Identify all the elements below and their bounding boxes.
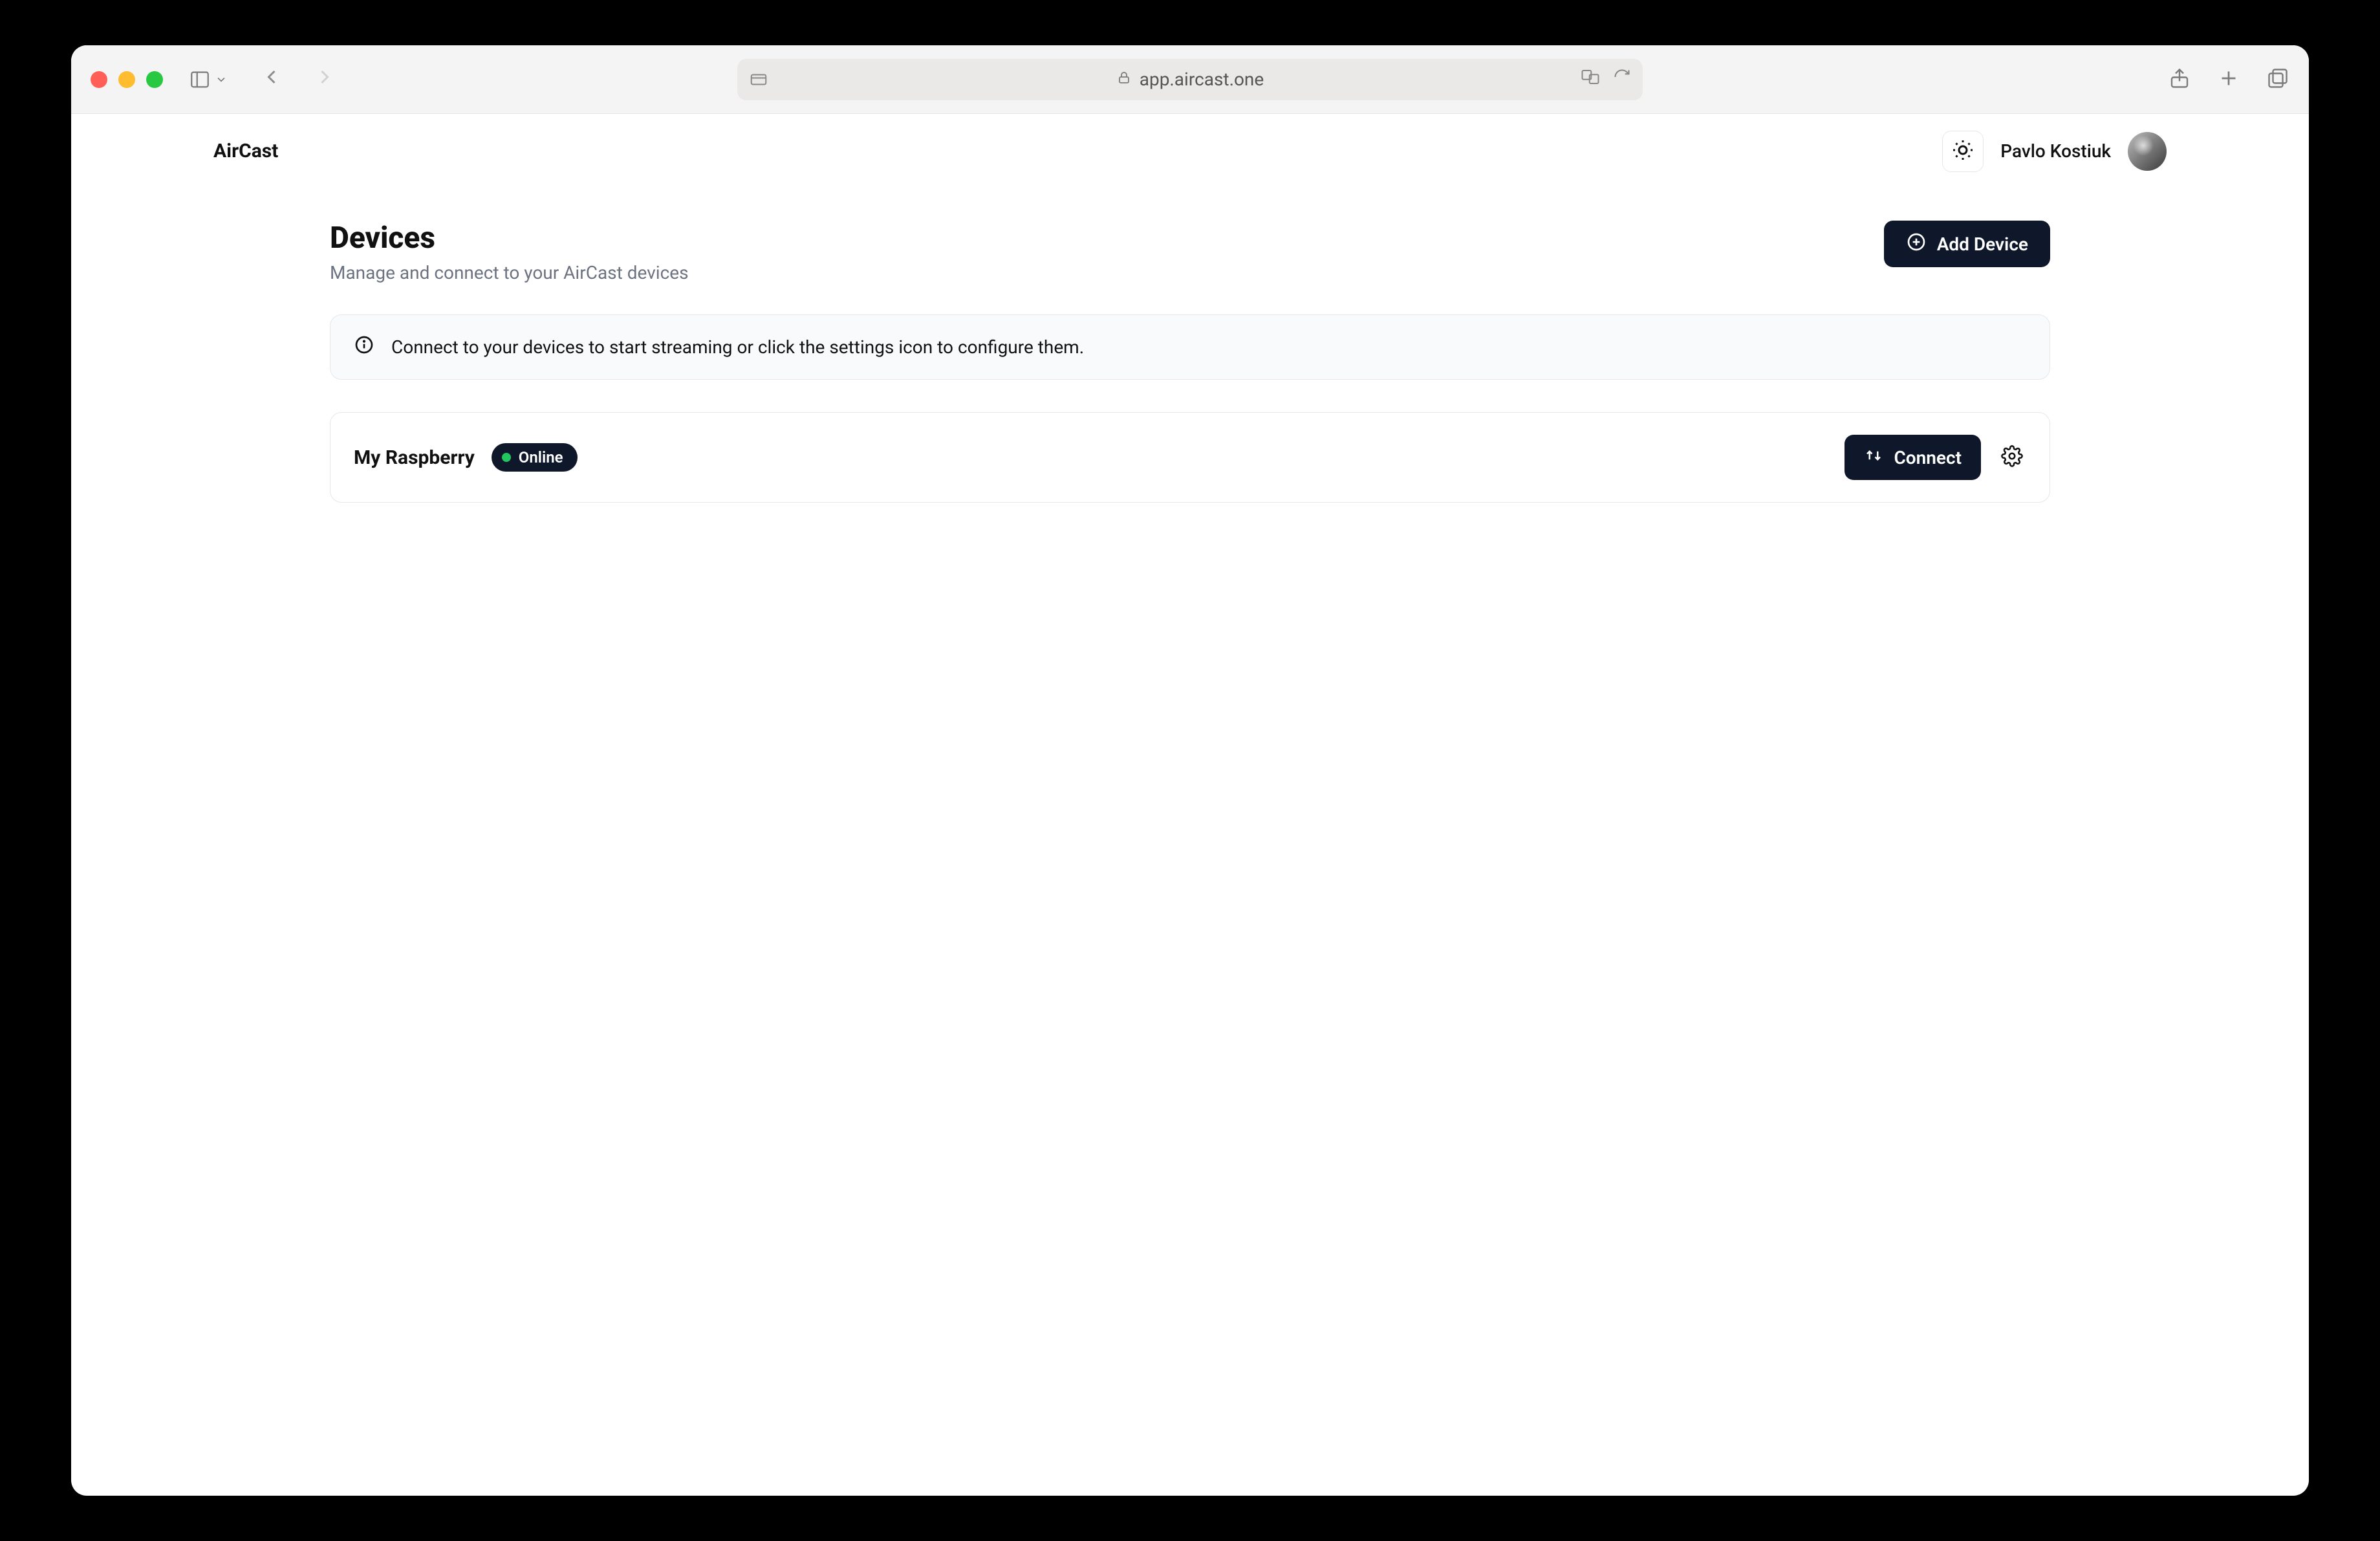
app-header: AirCast Pavlo Kostiuk — [71, 114, 2309, 188]
add-device-button[interactable]: Add Device — [1884, 221, 2050, 267]
user-name[interactable]: Pavlo Kostiuk — [2000, 140, 2111, 162]
browser-forward-button[interactable] — [313, 65, 336, 93]
status-label: Online — [519, 448, 563, 466]
share-icon[interactable] — [2168, 67, 2191, 93]
device-settings-button[interactable] — [1998, 443, 2026, 472]
browser-sidebar-toggle[interactable] — [189, 69, 228, 91]
info-banner: Connect to your devices to start streami… — [330, 314, 2050, 380]
plus-circle-icon — [1906, 232, 1927, 257]
arrows-up-down-icon — [1864, 446, 1883, 470]
info-banner-text: Connect to your devices to start streami… — [391, 336, 1084, 358]
page-heading-row: Devices Manage and connect to your AirCa… — [330, 221, 2050, 283]
new-tab-icon[interactable] — [2217, 67, 2240, 93]
address-bar-right — [1581, 67, 1631, 91]
minimize-window-button[interactable] — [118, 71, 135, 88]
page-title: Devices — [330, 221, 689, 256]
sun-icon — [1951, 138, 1974, 164]
browser-chrome: app.aircast.one — [71, 45, 2309, 114]
status-badge: Online — [492, 443, 578, 472]
lock-icon — [1116, 69, 1132, 90]
close-window-button[interactable] — [91, 71, 107, 88]
reload-icon[interactable] — [1613, 68, 1631, 91]
status-dot-icon — [502, 453, 511, 462]
app-logo[interactable]: AirCast — [213, 140, 278, 162]
add-device-label: Add Device — [1937, 234, 2028, 255]
address-bar[interactable]: app.aircast.one — [737, 59, 1643, 100]
main-content: Devices Manage and connect to your AirCa… — [71, 188, 2309, 503]
device-name: My Raspberry — [354, 446, 475, 469]
address-bar-url: app.aircast.one — [1140, 69, 1264, 90]
info-icon — [354, 334, 374, 360]
translate-icon[interactable] — [1581, 67, 1600, 91]
browser-window: app.aircast.one — [71, 45, 2309, 1496]
browser-back-button[interactable] — [260, 65, 283, 93]
tabs-overview-icon[interactable] — [2266, 67, 2289, 93]
connect-label: Connect — [1894, 447, 1962, 468]
gear-icon — [2001, 445, 2023, 470]
traffic-lights — [91, 71, 163, 88]
browser-right-actions — [2168, 67, 2289, 93]
avatar[interactable] — [2128, 132, 2167, 171]
page-subtitle: Manage and connect to your AirCast devic… — [330, 262, 689, 283]
maximize-window-button[interactable] — [146, 71, 163, 88]
website-settings-icon[interactable] — [749, 70, 768, 89]
device-card: My Raspberry Online Connect — [330, 412, 2050, 503]
connect-button[interactable]: Connect — [1844, 435, 1981, 480]
theme-toggle-button[interactable] — [1942, 131, 1984, 172]
browser-nav — [260, 65, 336, 93]
